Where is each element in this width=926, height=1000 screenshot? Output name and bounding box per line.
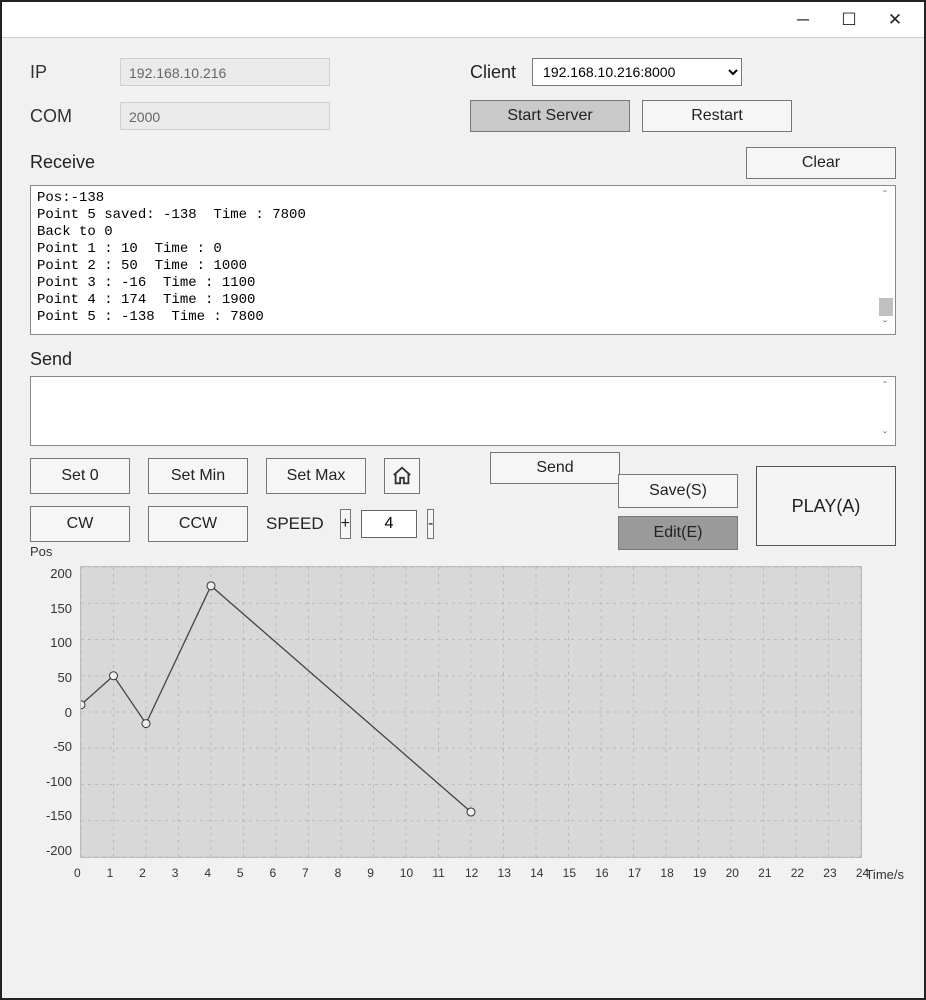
send-box: ˆ ˇ: [30, 376, 896, 446]
home-icon: [391, 465, 413, 487]
restart-button[interactable]: Restart: [642, 100, 792, 132]
send-textarea[interactable]: [31, 377, 875, 445]
chart-xlabel: Time/s: [865, 867, 904, 882]
play-button[interactable]: PLAY(A): [756, 466, 896, 546]
client-select[interactable]: 192.168.10.216:8000: [532, 58, 742, 86]
home-button[interactable]: [384, 458, 420, 494]
chart-xticks: 0123456789101112131415161718192021222324: [80, 866, 862, 880]
ccw-button[interactable]: CCW: [148, 506, 248, 542]
receive-header: Receive Clear: [30, 146, 896, 179]
button-bar: Send Set 0 Set Min Set Max CW CCW SPEED …: [30, 458, 896, 542]
com-field: 2000: [120, 102, 330, 130]
speed-input[interactable]: [361, 510, 417, 538]
ip-label: IP: [30, 62, 120, 83]
start-server-button[interactable]: Start Server: [470, 100, 630, 132]
maximize-button[interactable]: ☐: [826, 5, 872, 35]
receive-textarea[interactable]: [31, 186, 875, 334]
chart: Pos 200150100500-50-100-150-200 01234567…: [30, 562, 896, 882]
right-column: Save(S) Edit(E) PLAY(A): [618, 438, 896, 550]
scroll-down-icon[interactable]: ˇ: [883, 318, 887, 332]
speed-group: SPEED + -: [266, 509, 424, 539]
send-scrollbar[interactable]: ˆ ˇ: [875, 377, 895, 445]
app-window: ─ ☐ ✕ IP 192.168.10.216 Client 192.168.1…: [0, 0, 926, 1000]
receive-label: Receive: [30, 152, 95, 173]
titlebar: ─ ☐ ✕: [2, 2, 924, 38]
receive-scrollbar[interactable]: ˆ ˇ: [875, 186, 895, 334]
chart-yticks: 200150100500-50-100-150-200: [30, 566, 72, 858]
chart-plot: [80, 566, 862, 858]
scroll-up-icon[interactable]: ˆ: [883, 379, 887, 393]
set-max-button[interactable]: Set Max: [266, 458, 366, 494]
save-edit-stack: Save(S) Edit(E): [618, 474, 738, 550]
speed-minus-button[interactable]: -: [427, 509, 434, 539]
content-area: IP 192.168.10.216 Client 192.168.10.216:…: [2, 38, 924, 998]
set0-button[interactable]: Set 0: [30, 458, 130, 494]
close-button[interactable]: ✕: [872, 5, 918, 35]
com-label: COM: [30, 106, 120, 127]
speed-label: SPEED: [266, 514, 324, 534]
clear-button[interactable]: Clear: [746, 147, 896, 179]
send-button[interactable]: Send: [490, 452, 620, 484]
save-button[interactable]: Save(S): [618, 474, 738, 508]
speed-plus-button[interactable]: +: [340, 509, 351, 539]
scroll-thumb[interactable]: [879, 298, 893, 316]
chart-ylabel: Pos: [30, 544, 52, 559]
set-min-button[interactable]: Set Min: [148, 458, 248, 494]
client-label: Client: [470, 62, 516, 83]
scroll-up-icon[interactable]: ˆ: [883, 188, 887, 202]
edit-button[interactable]: Edit(E): [618, 516, 738, 550]
left-button-grid: Set 0 Set Min Set Max CW CCW SPEED + -: [30, 458, 424, 542]
minimize-button[interactable]: ─: [780, 5, 826, 35]
send-label: Send: [30, 349, 896, 370]
ip-field: 192.168.10.216: [120, 58, 330, 86]
row-com-server: COM 2000 Start Server Restart: [30, 100, 896, 132]
chart-svg: [81, 567, 861, 857]
row-ip-client: IP 192.168.10.216 Client 192.168.10.216:…: [30, 58, 896, 86]
receive-box: ˆ ˇ: [30, 185, 896, 335]
cw-button[interactable]: CW: [30, 506, 130, 542]
